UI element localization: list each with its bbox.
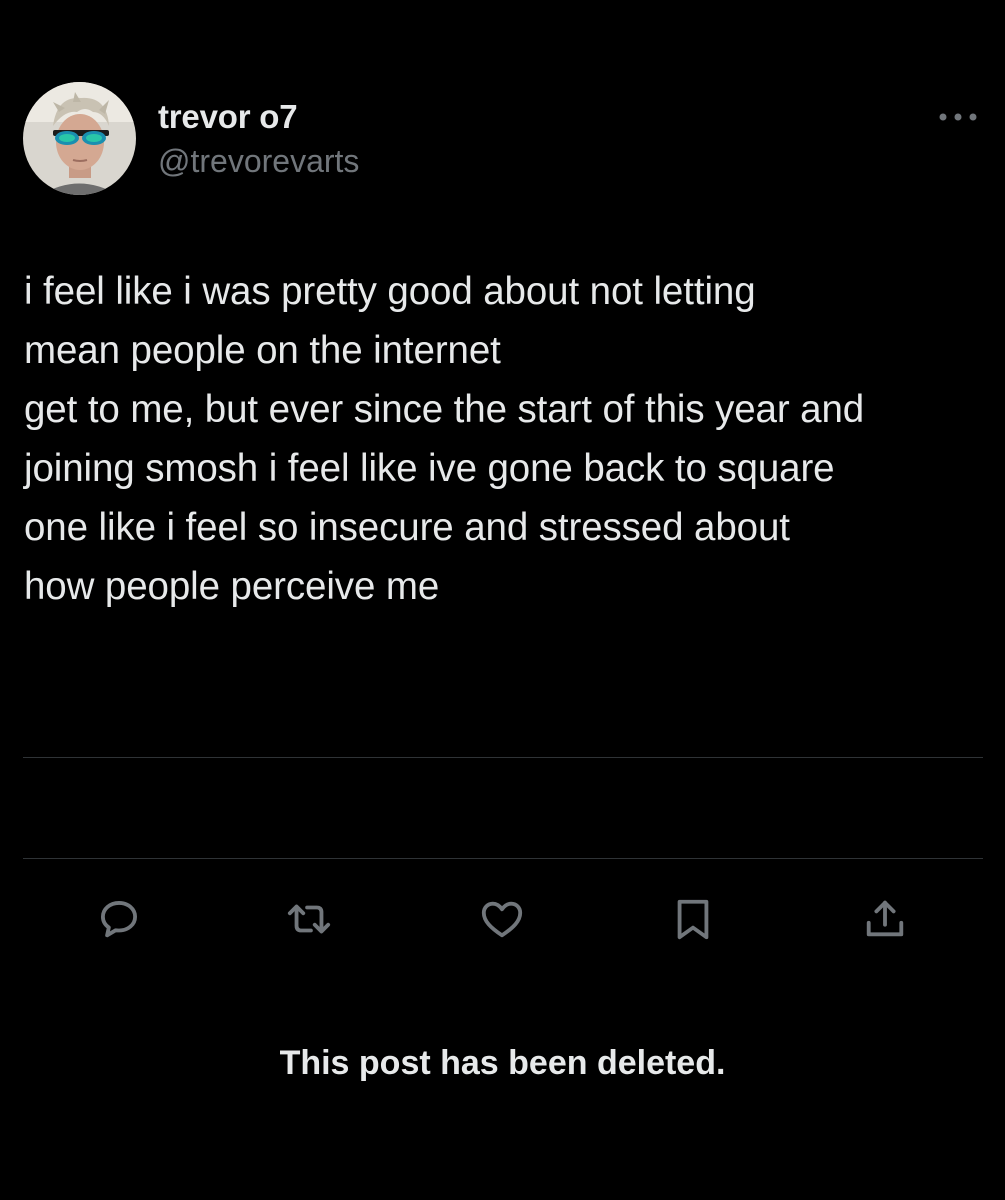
share-upload-icon (866, 900, 904, 937)
divider (23, 757, 983, 758)
avatar[interactable] (23, 82, 136, 195)
divider (23, 858, 983, 859)
bookmark-button[interactable] (666, 892, 720, 946)
author-handle[interactable]: @trevorevarts (158, 143, 359, 180)
author-display-name[interactable]: trevor o7 (158, 98, 298, 136)
bookmark-icon (677, 899, 709, 940)
repost-button[interactable] (282, 892, 336, 946)
post-text: i feel like i was pretty good about not … (24, 270, 865, 608)
more-options-button[interactable] (930, 100, 986, 134)
avatar-photo (23, 82, 136, 195)
speech-bubble-icon (100, 900, 138, 938)
ellipsis-icon (939, 113, 977, 121)
like-button[interactable] (475, 892, 529, 946)
reply-button[interactable] (92, 892, 146, 946)
repost-arrows-icon (287, 904, 331, 934)
heart-icon (481, 901, 523, 938)
share-button[interactable] (858, 892, 912, 946)
deleted-post-notice: This post has been deleted. (279, 1044, 726, 1082)
